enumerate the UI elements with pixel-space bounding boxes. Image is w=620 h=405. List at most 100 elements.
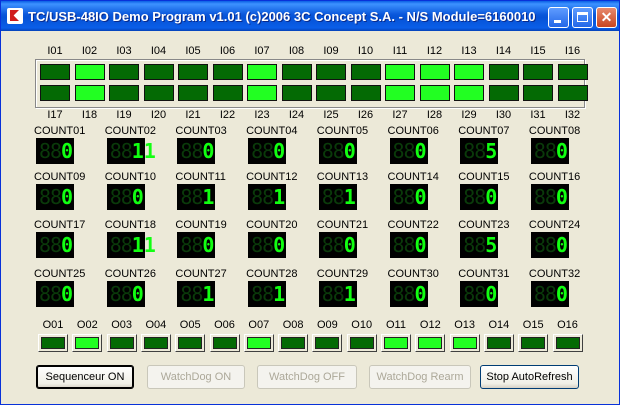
output-label: O10 [351,319,373,331]
window-title: TC/USB-48IO Demo Program v1.01 (c)2006 3… [28,9,536,24]
counter-digit-off: 8 [191,139,204,163]
input-led [454,64,484,80]
counter-digit-off: 8 [392,282,405,306]
input-led [385,85,415,101]
input-label: I10 [357,45,374,57]
counter-digit-off: 8 [39,139,52,163]
input-led [109,85,139,101]
counter-label: COUNT11 [175,171,226,183]
input-label: I27 [392,109,408,121]
output-toggle-button[interactable] [106,334,137,352]
counter-digit-off: 8 [120,282,133,306]
input-label: I15 [530,45,546,57]
output-label: O16 [557,319,578,331]
counter-label: COUNT21 [316,219,369,231]
output-toggle-button[interactable] [175,334,206,352]
input-label: I19 [116,109,132,121]
input-label: I24 [288,109,305,121]
counter-digit-off: 8 [50,233,63,257]
output-led [178,337,203,349]
counter-display: 881 [248,184,287,210]
counter-display: 881 [248,281,287,307]
counter-digit-off: 8 [120,233,133,257]
output-toggle-button[interactable] [483,334,514,352]
input-label: I03 [116,45,132,57]
output-toggle-button[interactable] [209,334,240,352]
input-label: I09 [323,45,339,57]
counter-value: 1 [343,185,356,209]
output-label: O02 [76,319,98,331]
counter-label: COUNT24 [528,219,581,231]
input-led [40,64,70,80]
input-label: I14 [495,45,512,57]
output-toggle-button[interactable] [38,334,68,352]
counter-digit-off: 8 [109,139,122,163]
counter-label: COUNT06 [387,125,439,137]
output-toggle-button[interactable] [243,334,274,352]
input-label: I28 [426,109,443,121]
input-label: I26 [357,109,374,121]
input-label: I21 [185,109,201,121]
stop-autorefresh-button[interactable]: Stop AutoRefresh [480,365,579,389]
counter-label: COUNT05 [316,125,369,137]
counter-label: COUNT15 [458,171,510,183]
counter-value: 0 [131,282,144,306]
output-led [109,337,134,349]
title-bar[interactable]: TC/USB-48IO Demo Program v1.01 (c)2006 3… [1,1,619,31]
counter-label: COUNT31 [458,268,510,280]
counter-label: COUNT23 [458,219,510,231]
counter-value: 0 [131,185,144,209]
close-button[interactable]: ✕ [596,7,617,28]
output-toggle-button[interactable] [449,334,480,352]
counter-digit-off: 8 [403,139,416,163]
output-toggle-button[interactable] [346,334,377,352]
input-led [385,64,415,80]
input-led [143,85,174,101]
counter-digit-off: 8 [180,185,193,209]
watchdog-rearm-button[interactable]: WatchDog Rearm [369,365,471,389]
counter-label: COUNT17 [34,219,86,231]
input-led [523,64,553,80]
counter-display: 880 [36,281,74,307]
sequenceur-on-button[interactable]: Sequenceur ON [36,365,134,389]
output-toggle-button[interactable] [72,334,103,352]
input-led [557,64,588,80]
output-label: O05 [179,319,201,331]
counter-value: 0 [61,185,74,209]
counter-value: 1 [202,282,215,306]
counter-display: 8 8 11 [106,232,156,258]
counter-value: 0 [414,185,427,209]
input-led [40,85,70,101]
output-toggle-button[interactable] [278,334,309,352]
output-toggle-button[interactable] [312,334,343,352]
counter-digit-off: 8 [191,282,204,306]
counter-display: 885 [460,232,499,258]
minimize-button[interactable] [548,7,569,28]
output-toggle-button[interactable] [552,334,583,352]
output-toggle-button[interactable] [518,334,549,352]
counter-digit-off: 8 [463,282,476,306]
output-toggle-button[interactable] [415,334,446,352]
output-led [486,337,511,349]
maximize-button[interactable] [572,7,593,28]
counter-digit-off: 8 [463,233,476,257]
counter-digit-off: 8 [544,139,557,163]
output-label: O04 [145,319,167,331]
counter-digit-off: 8 [332,139,345,163]
watchdog-off-button[interactable]: WatchDog OFF [257,365,357,389]
counter-value: 0 [202,139,215,163]
counter-digit-off: 8 [463,185,476,209]
output-toggle-button[interactable] [140,334,171,352]
input-label: I11 [392,45,408,57]
output-toggle-button[interactable] [381,334,411,352]
watchdog-on-button[interactable]: WatchDog ON [147,365,245,389]
counter-value: 0 [273,233,286,257]
input-led [523,85,553,101]
counter-value: 0 [414,139,427,163]
counter-value: 0 [485,185,498,209]
input-led [419,64,450,80]
counter-display: 880 [389,232,428,258]
output-led [418,337,443,349]
input-label: I16 [564,45,581,57]
counter-label: COUNT19 [175,219,227,231]
